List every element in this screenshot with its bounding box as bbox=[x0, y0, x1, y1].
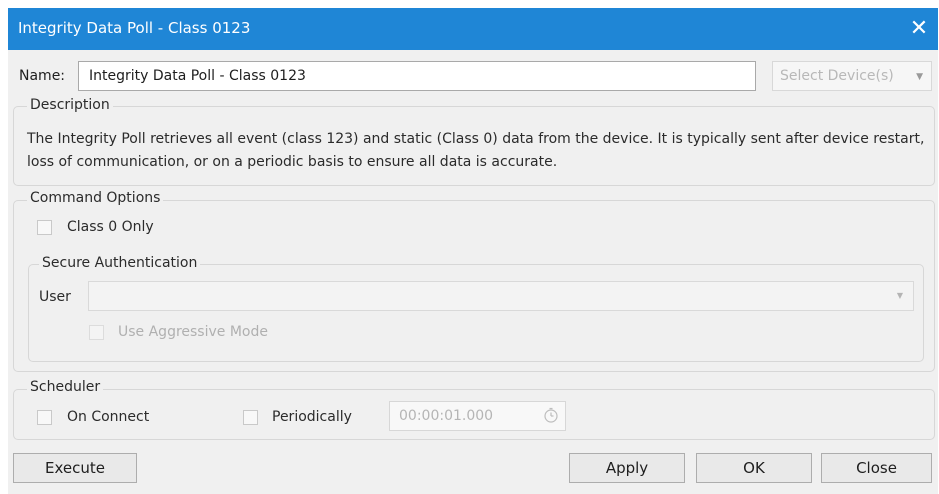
class0-only-label[interactable]: Class 0 Only bbox=[67, 219, 154, 235]
description-title: Description bbox=[27, 97, 113, 113]
command-options-title: Command Options bbox=[27, 190, 164, 206]
secure-authentication-title: Secure Authentication bbox=[39, 255, 201, 271]
ok-button[interactable]: OK bbox=[696, 453, 812, 483]
interval-time-input[interactable]: 00:00:01.000 bbox=[389, 401, 566, 431]
select-device-dropdown[interactable]: Select Device(s) ▼ bbox=[772, 61, 932, 91]
aggressive-mode-label: Use Aggressive Mode bbox=[118, 324, 268, 340]
periodically-label[interactable]: Periodically bbox=[272, 409, 352, 425]
close-button[interactable]: Close bbox=[821, 453, 932, 483]
close-icon[interactable]: ✕ bbox=[902, 12, 936, 46]
scheduler-title: Scheduler bbox=[27, 379, 104, 395]
execute-button[interactable]: Execute bbox=[13, 453, 137, 483]
user-dropdown-arrow-icon: ▼ bbox=[896, 291, 903, 300]
name-input[interactable]: Integrity Data Poll - Class 0123 bbox=[78, 61, 756, 91]
dropdown-arrow-icon: ▼ bbox=[916, 72, 923, 82]
description-text: The Integrity Poll retrieves all event (… bbox=[27, 131, 925, 170]
user-label: User bbox=[39, 289, 71, 305]
window-title: Integrity Data Poll - Class 0123 bbox=[18, 19, 251, 37]
periodically-checkbox[interactable] bbox=[243, 410, 258, 425]
integrity-poll-dialog: Integrity Data Poll - Class 0123 ✕ Name:… bbox=[8, 8, 938, 494]
apply-button[interactable]: Apply bbox=[569, 453, 685, 483]
title-bar: Integrity Data Poll - Class 0123 ✕ bbox=[8, 8, 938, 50]
aggressive-mode-checkbox[interactable] bbox=[89, 325, 104, 340]
interval-value: 00:00:01.000 bbox=[399, 408, 494, 424]
on-connect-label[interactable]: On Connect bbox=[67, 409, 149, 425]
secure-authentication-group bbox=[28, 264, 924, 362]
name-label: Name: bbox=[19, 68, 66, 84]
clock-icon[interactable] bbox=[543, 407, 559, 423]
on-connect-checkbox[interactable] bbox=[37, 410, 52, 425]
select-device-placeholder: Select Device(s) bbox=[780, 68, 894, 84]
class0-only-checkbox[interactable] bbox=[37, 220, 52, 235]
user-dropdown[interactable]: ▼ bbox=[88, 281, 914, 311]
